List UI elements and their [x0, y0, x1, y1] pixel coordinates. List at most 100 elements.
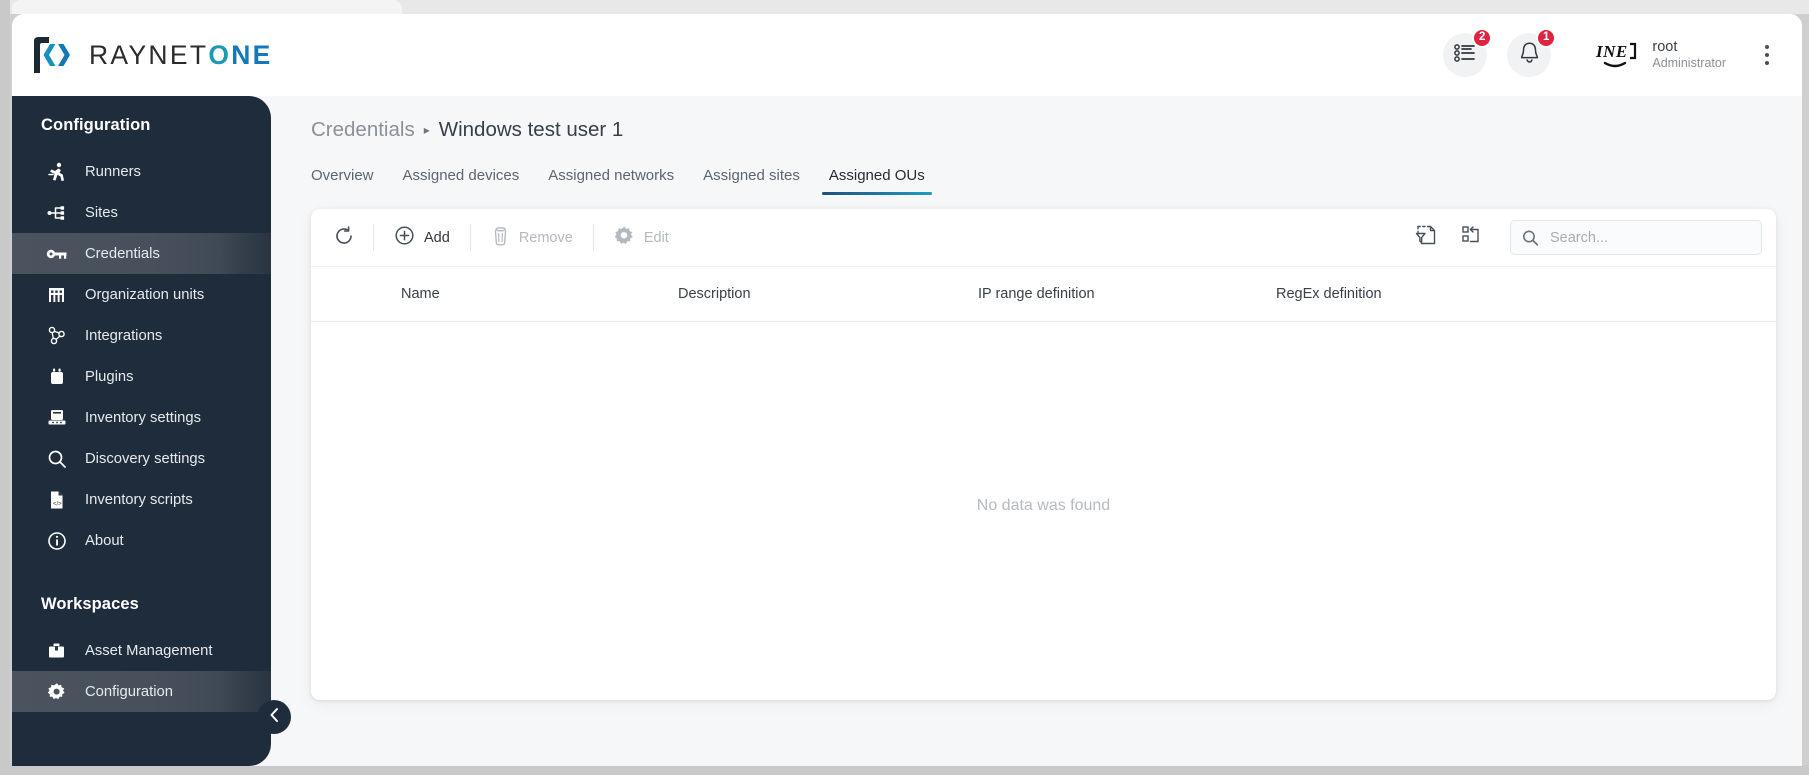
- plugin-icon: [46, 366, 67, 387]
- table-toolbar: Add Remove Edit Search...: [311, 209, 1776, 266]
- brand-name-o: O: [208, 39, 232, 70]
- integrations-icon: [46, 325, 67, 346]
- notifications-button[interactable]: 1: [1507, 28, 1557, 77]
- reset-layout-icon: [1460, 223, 1484, 252]
- sidebar-item-label: Inventory settings: [85, 409, 201, 426]
- tab-assigned-networks[interactable]: Assigned networks: [548, 167, 674, 195]
- magnifier-icon: [46, 448, 67, 469]
- tab-overview[interactable]: Overview: [311, 167, 374, 195]
- column-header-regex-definition[interactable]: RegEx definition: [1262, 286, 1562, 302]
- filter-export-icon: [1414, 223, 1438, 252]
- toolbar-divider: [469, 224, 471, 251]
- browser-edge-bottom: [0, 765, 1809, 775]
- sidebar-item-credentials[interactable]: Credentials: [12, 233, 271, 274]
- gear-icon: [46, 681, 67, 702]
- breadcrumb-current: Windows test user 1: [438, 118, 624, 141]
- gear-icon: [614, 225, 635, 250]
- sidebar-item-label: Sites: [85, 204, 118, 221]
- sidebar-item-label: Credentials: [85, 245, 160, 262]
- column-header-name[interactable]: Name: [319, 286, 664, 302]
- user-menu[interactable]: INE root Administrator: [1595, 38, 1726, 72]
- sidebar-item-label: Runners: [85, 163, 141, 180]
- sidebar-item-asset-management[interactable]: Asset Management: [12, 630, 271, 671]
- info-circle-icon: [46, 530, 67, 551]
- inventory-settings-icon: [46, 407, 67, 428]
- application-window: RAYNETONE 2 1 INE root Administrator Con…: [12, 14, 1802, 766]
- edit-button[interactable]: Edit: [600, 219, 683, 257]
- raynet-bracket-logo-icon: [30, 35, 76, 75]
- browser-viewport: RAYNETONE 2 1 INE root Administrator Con…: [0, 0, 1809, 775]
- remove-button[interactable]: Remove: [477, 219, 587, 257]
- main-content: Credentials ▸ Windows test user 1 Overvi…: [271, 96, 1802, 766]
- tab-assigned-ous[interactable]: Assigned OUs: [821, 167, 932, 195]
- assigned-ous-panel: Add Remove Edit Search... Name Descripti…: [311, 209, 1776, 700]
- sidebar-item-label: Organization units: [85, 286, 205, 303]
- brand-name-ne: NE: [231, 39, 273, 70]
- search-input[interactable]: [1510, 220, 1762, 255]
- sidebar-item-plugins[interactable]: Plugins: [12, 356, 271, 397]
- tasks-button[interactable]: 2: [1443, 28, 1493, 77]
- sidebar: Configuration Runners Sites Credentials …: [12, 96, 271, 766]
- sidebar-item-label: About: [85, 532, 124, 549]
- sidebar-item-runners[interactable]: Runners: [12, 151, 271, 192]
- sidebar-item-sites[interactable]: Sites: [12, 192, 271, 233]
- sidebar-item-integrations[interactable]: Integrations: [12, 315, 271, 356]
- top-header: RAYNETONE 2 1 INE root Administrator: [12, 14, 1802, 96]
- search-icon: [1522, 229, 1539, 246]
- sidebar-item-label: Configuration: [85, 683, 174, 700]
- sidebar-item-label: Discovery settings: [85, 450, 206, 467]
- sidebar-item-inventory-scripts[interactable]: </> Inventory scripts: [12, 479, 271, 520]
- add-button[interactable]: Add: [380, 219, 464, 257]
- sidebar-item-label: Integrations: [85, 327, 163, 344]
- sidebar-section-configuration: Configuration: [41, 116, 151, 134]
- sidebar-item-organization-units[interactable]: Organization units: [12, 274, 271, 315]
- sidebar-item-about[interactable]: About: [12, 520, 271, 561]
- search-box[interactable]: [1510, 220, 1762, 255]
- brand-name-raynet: RAYNET: [89, 39, 209, 70]
- sidebar-collapse-button[interactable]: [257, 700, 291, 734]
- brand-logo[interactable]: RAYNETONE: [26, 35, 273, 75]
- breadcrumb: Credentials ▸ Windows test user 1: [311, 118, 1776, 144]
- user-role: Administrator: [1652, 56, 1726, 71]
- breadcrumb-parent[interactable]: Credentials: [311, 118, 415, 142]
- user-name: root: [1652, 39, 1678, 56]
- chevron-left-icon: [268, 707, 281, 728]
- svg-text:INE: INE: [1595, 42, 1628, 61]
- kebab-menu-icon[interactable]: [1754, 38, 1780, 72]
- inet-logo-icon: INE: [1595, 38, 1641, 72]
- refresh-button[interactable]: [321, 219, 367, 257]
- brand-name: RAYNETONE: [89, 40, 273, 71]
- trash-icon: [491, 225, 510, 250]
- bell-icon: [1519, 41, 1540, 69]
- sidebar-item-inventory-settings[interactable]: Inventory settings: [12, 397, 271, 438]
- sidebar-item-label: Asset Management: [85, 642, 213, 659]
- tab-bar: Overview Assigned devices Assigned netwo…: [311, 160, 1776, 195]
- browser-edge-left: [0, 0, 10, 775]
- column-header-ip-range-definition[interactable]: IP range definition: [964, 286, 1262, 302]
- sidebar-section-workspaces: Workspaces: [41, 595, 139, 613]
- runner-icon: [46, 161, 67, 182]
- export-filtered-button[interactable]: [1406, 219, 1446, 257]
- toolbar-divider: [592, 224, 594, 251]
- browser-tab[interactable]: [12, 0, 402, 14]
- user-info: root Administrator: [1652, 39, 1726, 71]
- sidebar-item-label: Inventory scripts: [85, 491, 193, 508]
- tasks-badge: 2: [1471, 28, 1493, 48]
- breadcrumb-separator-icon: ▸: [423, 123, 430, 137]
- sidebar-item-configuration[interactable]: Configuration: [12, 671, 271, 712]
- notifications-badge: 1: [1535, 28, 1557, 48]
- edit-button-label: Edit: [643, 229, 669, 246]
- header-actions: 2 1 INE root Administrator: [1443, 28, 1780, 77]
- column-header-description[interactable]: Description: [664, 286, 964, 302]
- tab-assigned-devices[interactable]: Assigned devices: [403, 167, 520, 195]
- key-icon: [46, 243, 67, 264]
- sitemap-icon: [46, 202, 67, 223]
- sidebar-item-discovery-settings[interactable]: Discovery settings: [12, 438, 271, 479]
- reset-layout-button[interactable]: [1452, 219, 1492, 257]
- list-icon: [1454, 43, 1476, 68]
- briefcase-icon: [46, 640, 67, 661]
- tab-assigned-sites[interactable]: Assigned sites: [703, 167, 800, 195]
- add-button-label: Add: [424, 229, 450, 246]
- plus-circle-icon: [394, 225, 415, 250]
- script-file-icon: </>: [46, 489, 67, 510]
